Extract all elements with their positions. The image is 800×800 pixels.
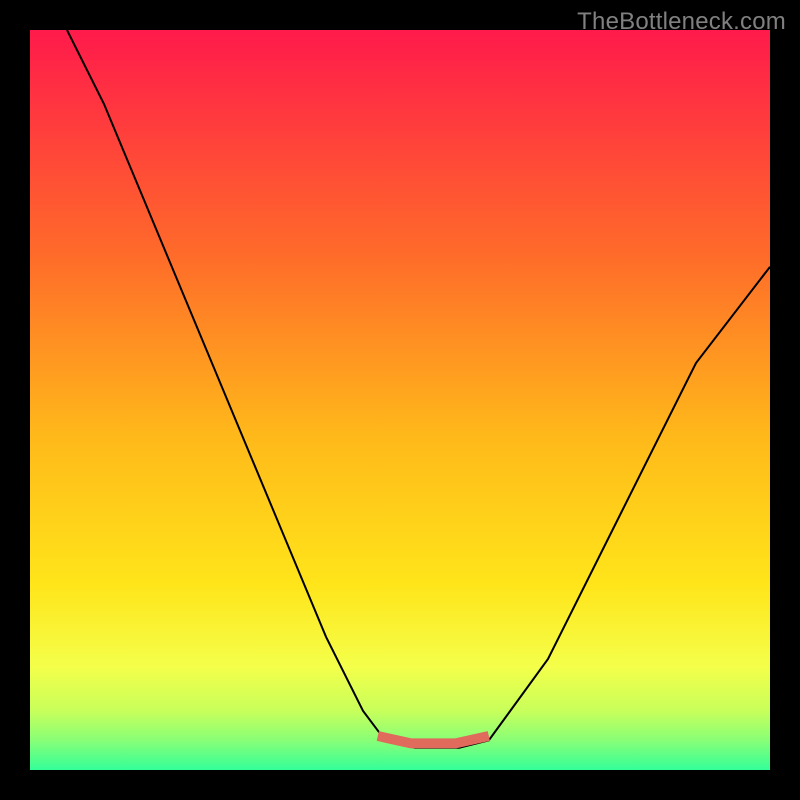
chart-svg — [30, 30, 770, 770]
chart-stage: TheBottleneck.com — [0, 0, 800, 800]
gradient-background — [30, 30, 770, 770]
watermark-text: TheBottleneck.com — [577, 8, 786, 36]
